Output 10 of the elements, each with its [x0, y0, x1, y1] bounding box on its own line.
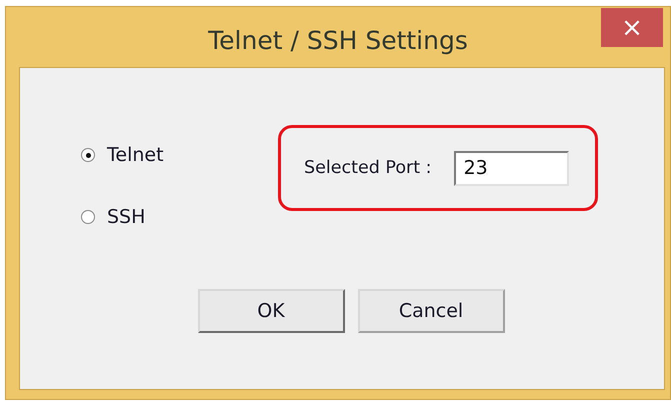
port-input-field[interactable]: 23: [454, 150, 569, 186]
window-title: Telnet / SSH Settings: [208, 26, 468, 54]
close-button[interactable]: ×: [601, 8, 663, 47]
radio-label: SSH: [107, 206, 146, 228]
cancel-button[interactable]: Cancel: [358, 289, 504, 333]
radio-button[interactable]: [81, 148, 95, 162]
radio-button[interactable]: [81, 210, 95, 224]
radio-label: Telnet: [107, 144, 164, 166]
ok-button[interactable]: OK: [198, 289, 344, 333]
port-label: Selected Port :: [304, 158, 432, 178]
